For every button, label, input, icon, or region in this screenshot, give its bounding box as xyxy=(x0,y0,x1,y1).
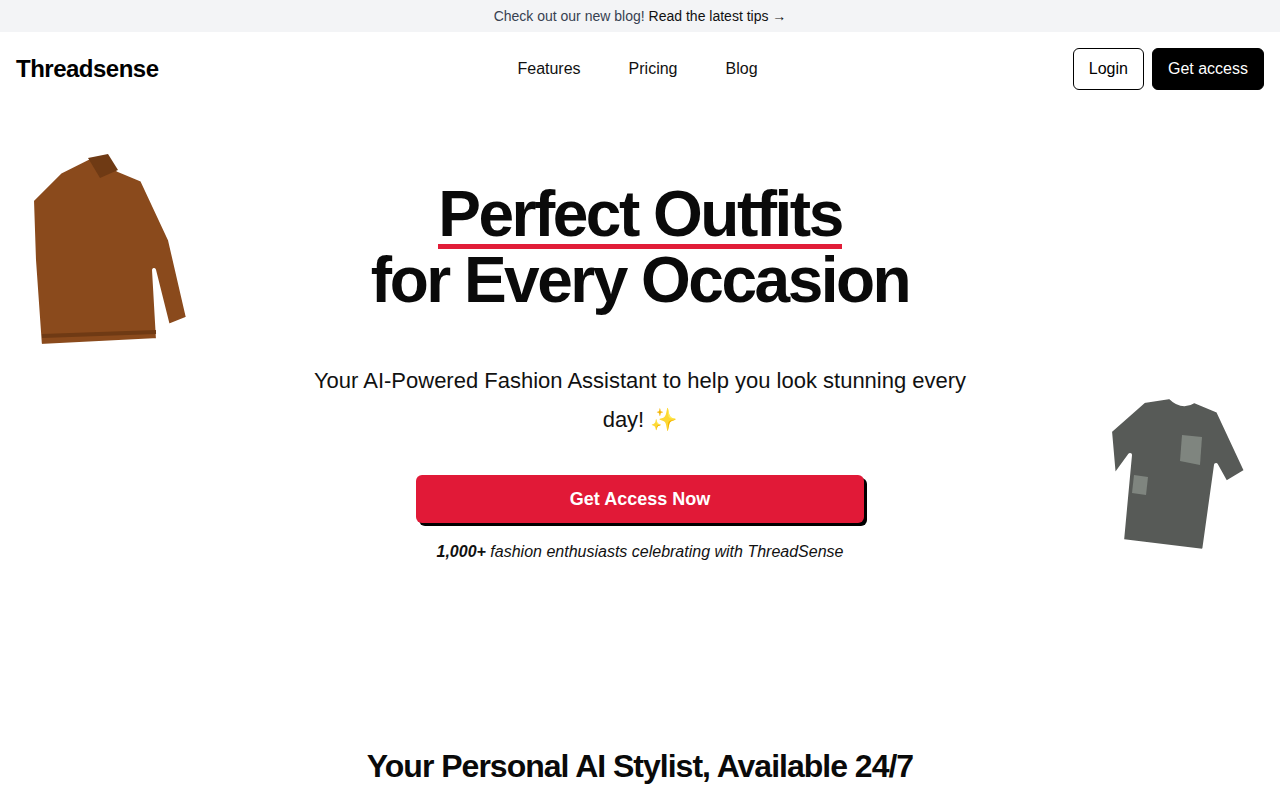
nav-item[interactable]: Features xyxy=(517,60,580,78)
tshirt-icon xyxy=(1108,395,1248,555)
logo[interactable]: Threadsense xyxy=(16,55,522,83)
login-button[interactable]: Login xyxy=(1073,48,1144,90)
proof-text: fashion enthusiasts celebrating with Thr… xyxy=(490,543,843,560)
hero: Perfect Outfits for Every Occasion Your … xyxy=(0,106,1280,666)
nav-item[interactable]: Pricing xyxy=(629,60,678,78)
social-proof: 1,000+ fashion enthusiasts celebrating w… xyxy=(437,543,844,561)
section-title: Your Personal AI Stylist, Available 24/7 xyxy=(0,748,1280,785)
hero-title: Perfect Outfits for Every Occasion xyxy=(371,184,909,311)
header: Threadsense Features Pricing Blog Login Ge… xyxy=(0,32,1280,106)
header-actions: Login Get access xyxy=(758,48,1264,90)
get-access-button[interactable]: Get access xyxy=(1152,48,1264,90)
blog-link[interactable]: Read the latest tips → xyxy=(649,8,787,24)
sweater-icon xyxy=(30,150,190,350)
nav: Features Pricing Blog xyxy=(517,60,757,78)
title-highlight: Perfect Outfits xyxy=(438,184,841,249)
nav-item[interactable]: Blog xyxy=(726,60,758,78)
proof-count: 1,000+ xyxy=(437,543,486,560)
page: Check out our new blog! Read the latest … xyxy=(0,0,1280,800)
banner-text: Check out our new blog! xyxy=(494,8,645,24)
hero-subtitle: Your AI-Powered Fashion Assistant to hel… xyxy=(310,361,970,439)
get-access-now-button[interactable]: Get Access Now xyxy=(416,475,864,523)
announcement-banner: Check out our new blog! Read the latest … xyxy=(0,0,1280,32)
title-rest: for Every Occasion xyxy=(371,249,909,311)
